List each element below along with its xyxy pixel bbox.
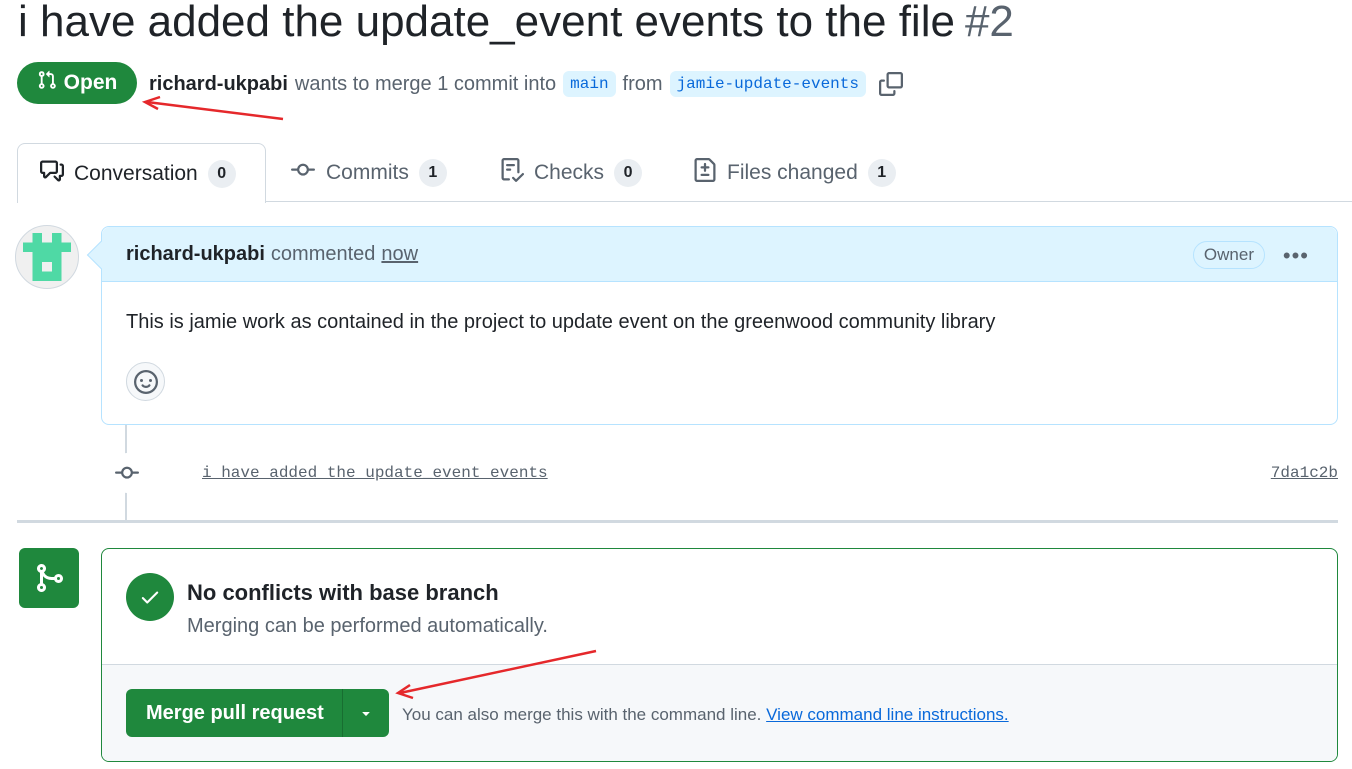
tab-label: Commits [326, 160, 409, 184]
head-branch[interactable]: jamie-update-events [669, 71, 866, 97]
pr-merge-text: wants to merge 1 commit into [294, 72, 557, 95]
comment-box: richard-ukpabi commented now Owner ••• T… [101, 226, 1338, 425]
smiley-icon [133, 369, 158, 394]
merge-hint: You can also merge this with the command… [402, 705, 1009, 725]
commit-sha-link[interactable]: 7da1c2b [1271, 464, 1338, 482]
merge-hint-text: You can also merge this with the command… [402, 705, 762, 724]
triangle-down-icon [362, 712, 370, 716]
tab-conversation[interactable]: Conversation 0 [17, 143, 266, 203]
comment-timestamp[interactable]: now [381, 243, 418, 266]
tab-commits[interactable]: Commits 1 [290, 143, 447, 202]
avatar[interactable] [15, 225, 79, 289]
merge-button-group: Merge pull request [126, 689, 389, 737]
kebab-menu-icon[interactable]: ••• [1283, 243, 1309, 269]
command-line-instructions-link[interactable]: View command line instructions. [766, 705, 1009, 724]
tab-label: Checks [534, 160, 605, 184]
merge-footer: Merge pull request You can also merge th… [102, 664, 1337, 761]
check-icon [126, 573, 174, 621]
pr-from-text: from [622, 72, 663, 95]
tab-counter: 1 [867, 158, 896, 187]
comment-body: This is jamie work as contained in the p… [126, 311, 996, 333]
merge-pull-request-button[interactable]: Merge pull request [126, 689, 342, 737]
git-merge-icon [19, 548, 79, 608]
pr-title: i have added the update_event events to … [18, 0, 1014, 50]
merge-box: No conflicts with base branch Merging ca… [101, 548, 1338, 762]
git-pull-request-icon [37, 70, 57, 96]
pr-state-badge: Open [17, 62, 137, 104]
checklist-icon [500, 157, 525, 188]
pr-state-label: Open [63, 71, 118, 94]
pr-meta: richard-ukpabi wants to merge 1 commit i… [149, 68, 903, 100]
add-reaction-button[interactable] [126, 362, 165, 401]
tab-files-changed[interactable]: Files changed 1 [693, 143, 896, 202]
merge-status-title: No conflicts with base branch [187, 580, 499, 605]
base-branch[interactable]: main [563, 71, 616, 97]
annotation-arrow-open [141, 95, 284, 121]
tab-counter: 0 [207, 159, 236, 188]
file-diff-icon [693, 157, 717, 188]
tab-label: Conversation [74, 161, 198, 185]
timeline-divider [17, 520, 1338, 523]
git-commit-icon [107, 453, 147, 493]
owner-badge: Owner [1192, 241, 1265, 269]
pr-author-link[interactable]: richard-ukpabi [149, 73, 288, 96]
comment-author-link[interactable]: richard-ukpabi [126, 243, 265, 266]
identicon-icon [23, 233, 71, 281]
merge-status-subtitle: Merging can be performed automatically. [187, 615, 548, 637]
comment-header: richard-ukpabi commented now Owner ••• [102, 227, 1337, 282]
comment-action: commented [270, 242, 376, 265]
commit-message-link[interactable]: i have added the update_event events [202, 464, 548, 482]
tab-counter: 0 [614, 158, 643, 187]
copy-icon[interactable] [878, 72, 903, 96]
pr-title-text: i have added the update_event events to … [18, 0, 955, 46]
pr-number: #2 [964, 0, 1014, 46]
tab-label: Files changed [727, 160, 858, 184]
git-commit-icon [290, 158, 316, 188]
comment-discussion-icon [40, 159, 64, 189]
tab-checks[interactable]: Checks 0 [500, 143, 643, 202]
tab-counter: 1 [418, 158, 447, 187]
merge-options-button[interactable] [341, 689, 389, 737]
